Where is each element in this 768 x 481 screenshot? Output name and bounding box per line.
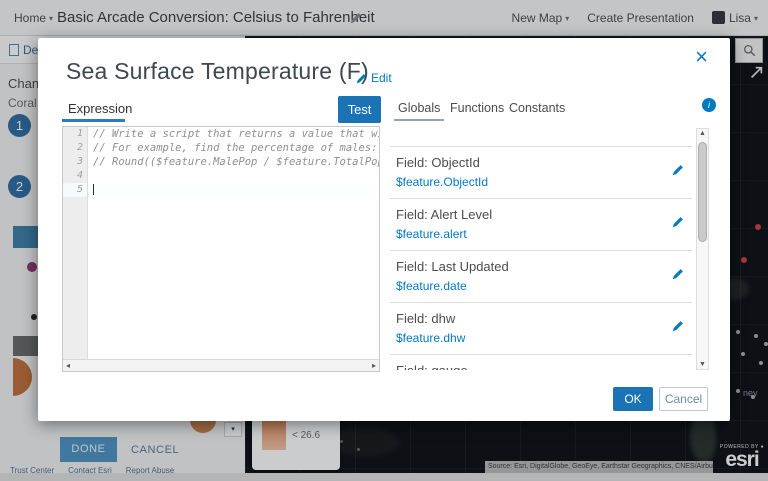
scroll-down-icon[interactable]: ▼ bbox=[697, 361, 708, 368]
ok-button[interactable]: OK bbox=[613, 387, 653, 411]
field-label: Field: Alert Level bbox=[396, 207, 662, 222]
field-reference-link[interactable]: $feature.ObjectId bbox=[396, 175, 662, 189]
code-line: // Write a script that returns a value t… bbox=[89, 127, 379, 141]
pencil-icon[interactable] bbox=[672, 163, 684, 181]
line-number: 5 bbox=[63, 183, 87, 197]
expression-editor-modal: × Sea Surface Temperature (F) Edit Expre… bbox=[38, 38, 730, 421]
field-label: Field: Last Updated bbox=[396, 259, 662, 274]
scroll-up-icon[interactable]: ▲ bbox=[697, 130, 708, 137]
active-tab-indicator bbox=[62, 119, 125, 122]
arcgis-map-viewer-screen: Home▾ Basic Arcade Conversion: Celsius t… bbox=[0, 0, 768, 481]
tab-expression[interactable]: Expression bbox=[68, 101, 132, 116]
code-line-active bbox=[89, 183, 379, 197]
arcade-code-editor[interactable]: 1 2 3 4 5 // Write a script that returns… bbox=[62, 126, 380, 372]
code-line bbox=[89, 169, 379, 183]
text-cursor bbox=[93, 184, 94, 195]
line-number: 4 bbox=[63, 169, 87, 183]
cancel-button[interactable]: Cancel bbox=[659, 387, 708, 411]
pencil-icon[interactable] bbox=[672, 319, 684, 337]
field-reference-link[interactable]: $feature.date bbox=[396, 279, 662, 293]
field-reference-link[interactable]: $feature.dhw bbox=[396, 331, 662, 345]
field-reference-link[interactable]: $feature.alert bbox=[396, 227, 662, 241]
scroll-left-icon[interactable]: ◂ bbox=[66, 361, 70, 371]
modal-title: Sea Surface Temperature (F) bbox=[66, 58, 369, 85]
test-button[interactable]: Test bbox=[338, 96, 381, 123]
globals-tab-indicator bbox=[394, 119, 444, 121]
code-line: // For example, find the percentage of m… bbox=[89, 141, 379, 155]
tab-constants[interactable]: Constants bbox=[509, 101, 565, 115]
list-vertical-scrollbar[interactable]: ▲ ▼ bbox=[696, 128, 709, 370]
code-input-area[interactable]: // Write a script that returns a value t… bbox=[89, 127, 379, 360]
line-number-gutter: 1 2 3 4 5 bbox=[63, 127, 88, 360]
list-item: Field: ObjectId $feature.ObjectId bbox=[390, 146, 692, 199]
tab-globals[interactable]: Globals bbox=[398, 101, 440, 115]
tab-functions[interactable]: Functions bbox=[450, 101, 504, 115]
pencil-icon[interactable] bbox=[672, 267, 684, 285]
list-item: Field: dhw $feature.dhw bbox=[390, 303, 692, 355]
pencil-icon bbox=[356, 73, 367, 84]
edit-title-link[interactable]: Edit bbox=[356, 71, 392, 85]
list-item: Field: Alert Level $feature.alert bbox=[390, 199, 692, 251]
list-item: Field: gauge $feature.gauge bbox=[390, 355, 692, 370]
pencil-icon[interactable] bbox=[672, 215, 684, 233]
line-number: 2 bbox=[63, 141, 87, 155]
line-number: 3 bbox=[63, 155, 87, 169]
field-label: Field: dhw bbox=[396, 311, 662, 326]
line-number: 1 bbox=[63, 127, 87, 141]
close-icon[interactable]: × bbox=[695, 46, 708, 68]
scroll-right-icon[interactable]: ▸ bbox=[372, 361, 376, 371]
scrollbar-thumb[interactable] bbox=[698, 142, 707, 242]
globals-field-list: Field: ObjectId $feature.ObjectId Field:… bbox=[390, 128, 692, 370]
list-item: Field: Last Updated $feature.date bbox=[390, 251, 692, 303]
editor-horizontal-scrollbar[interactable]: ◂ ▸ bbox=[63, 359, 379, 371]
info-icon[interactable]: i bbox=[702, 98, 716, 112]
field-label: Field: ObjectId bbox=[396, 155, 662, 170]
field-label: Field: gauge bbox=[396, 363, 662, 370]
code-line: // Round(($feature.MalePop / $feature.To… bbox=[89, 155, 379, 169]
